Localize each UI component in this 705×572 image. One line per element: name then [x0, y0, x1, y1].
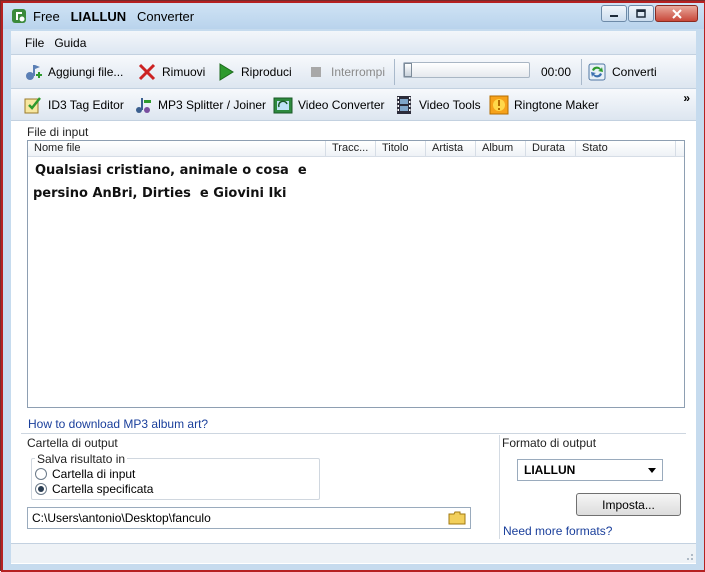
mp3-splitter-label: MP3 Splitter / Joiner — [158, 98, 267, 112]
radio-input-folder[interactable]: Cartella di input — [35, 467, 135, 481]
list-header: Nome file Tracc... Titolo Artista Album … — [28, 141, 684, 157]
toolbar-separator — [394, 59, 395, 85]
output-format-select[interactable]: LIALLUN — [517, 459, 663, 481]
column-header-artista[interactable]: Artista — [426, 141, 476, 156]
section-divider — [21, 433, 686, 434]
vertical-divider — [499, 435, 500, 539]
column-header-durata[interactable]: Durata — [526, 141, 576, 156]
add-file-icon — [26, 65, 42, 80]
maximize-button[interactable] — [628, 5, 654, 22]
remove-button[interactable]: Rimuovi — [137, 62, 205, 82]
app-window: Free LIALLUN Converter File Guida Aggiun… — [0, 0, 705, 572]
folder-icon — [448, 511, 466, 525]
menu-file[interactable]: File — [25, 36, 44, 50]
column-header-traccia[interactable]: Tracc... — [326, 141, 376, 156]
input-section-label: File di input — [27, 125, 89, 139]
minimize-icon — [610, 14, 618, 17]
title-name: LIALLUN — [70, 8, 127, 24]
overlay-text-line-2: persino AnBri, Dirties e Giovini Iki — [33, 186, 287, 201]
status-bar — [11, 543, 696, 563]
settings-button-label: Imposta... — [602, 497, 655, 512]
convert-button[interactable]: Converti — [587, 62, 657, 82]
remove-label: Rimuovi — [162, 65, 206, 79]
id3-tag-editor-button[interactable]: ID3 Tag Editor — [23, 95, 124, 115]
video-converter-button[interactable]: Video Converter — [273, 95, 385, 115]
ringtone-maker-button[interactable]: Ringtone Maker — [489, 95, 599, 115]
output-format-label: Formato di output — [502, 436, 597, 450]
more-formats-link[interactable]: Need more formats? — [503, 524, 612, 538]
menu-bar: File Guida — [11, 31, 696, 55]
play-label: Riproduci — [241, 65, 292, 79]
dropdown-arrow-icon — [648, 468, 656, 473]
time-display: 00:00 — [541, 65, 572, 79]
tools-toolbar: ID3 Tag Editor MP3 Splitter / Joiner Vid… — [11, 89, 696, 121]
tag-editor-icon — [24, 97, 41, 114]
column-header-album[interactable]: Album — [476, 141, 526, 156]
title-bar[interactable]: Free LIALLUN Converter — [3, 3, 704, 29]
output-folder-label: Cartella di output — [27, 436, 118, 450]
window-controls — [600, 5, 698, 22]
overlay-text-line-1: Qualsiasi cristiano, animale o cosa e — [35, 163, 307, 178]
id3-label: ID3 Tag Editor — [48, 98, 124, 112]
toolbar-overflow-chevron-icon[interactable]: » — [683, 91, 690, 105]
stop-icon — [311, 67, 321, 77]
menu-guida[interactable]: Guida — [54, 36, 86, 50]
stop-button[interactable]: Interrompi — [306, 62, 385, 82]
video-tools-button[interactable]: Video Tools — [394, 95, 481, 115]
convert-label: Converti — [612, 65, 657, 79]
maximize-icon — [636, 9, 646, 18]
column-header-nome-file[interactable]: Nome file — [28, 141, 326, 156]
radio-specified-folder-dot[interactable] — [35, 483, 47, 495]
video-converter-icon — [273, 97, 293, 114]
mp3-splitter-button[interactable]: MP3 Splitter / Joiner — [133, 95, 266, 115]
main-toolbar: Aggiungi file... Rimuovi Riproduci Inter… — [11, 55, 696, 89]
output-path-field[interactable]: C:\Users\antonio\Desktop\fanculo — [27, 507, 471, 529]
radio-input-folder-dot[interactable] — [35, 468, 47, 480]
toolbar-separator — [581, 59, 582, 85]
add-files-label: Aggiungi file... — [48, 65, 124, 79]
film-icon — [397, 96, 411, 114]
close-icon — [671, 8, 682, 19]
remove-icon — [138, 63, 156, 81]
input-file-list[interactable]: Nome file Tracc... Titolo Artista Album … — [27, 140, 685, 408]
play-icon — [219, 63, 234, 81]
seek-thumb[interactable] — [404, 63, 412, 77]
video-converter-label: Video Converter — [298, 98, 385, 112]
add-files-button[interactable]: Aggiungi file... — [23, 62, 123, 82]
ringtone-icon — [489, 95, 509, 115]
close-button[interactable] — [655, 5, 698, 22]
resize-grip-icon[interactable] — [684, 551, 694, 561]
stop-label: Interrompi — [331, 65, 386, 79]
client-area: File Guida Aggiungi file... Rimuovi Ripr… — [11, 31, 696, 564]
title-suffix: Converter — [137, 8, 195, 24]
settings-button[interactable]: Imposta... — [576, 493, 681, 516]
title-prefix: Free — [33, 8, 60, 24]
radio-input-folder-label: Cartella di input — [52, 467, 136, 481]
video-tools-label: Video Tools — [419, 98, 481, 112]
radio-specified-folder-label: Cartella specificata — [52, 482, 154, 496]
minimize-button[interactable] — [601, 5, 627, 22]
output-path-value: C:\Users\antonio\Desktop\fanculo — [32, 511, 211, 525]
window-title: Free LIALLUN Converter — [33, 9, 194, 24]
play-button[interactable]: Riproduci — [216, 62, 292, 82]
save-result-group-label: Salva risultato in — [35, 452, 128, 466]
album-art-link[interactable]: How to download MP3 album art? — [28, 417, 208, 431]
seek-slider[interactable] — [403, 62, 530, 78]
ringtone-maker-label: Ringtone Maker — [514, 98, 599, 112]
browse-folder-button[interactable] — [446, 509, 468, 527]
app-icon — [12, 9, 26, 23]
column-header-stato[interactable]: Stato — [576, 141, 676, 156]
convert-icon — [588, 63, 606, 81]
column-header-titolo[interactable]: Titolo — [376, 141, 426, 156]
splitter-icon — [136, 98, 151, 113]
output-format-value: LIALLUN — [524, 463, 576, 477]
radio-specified-folder[interactable]: Cartella specificata — [35, 482, 153, 496]
